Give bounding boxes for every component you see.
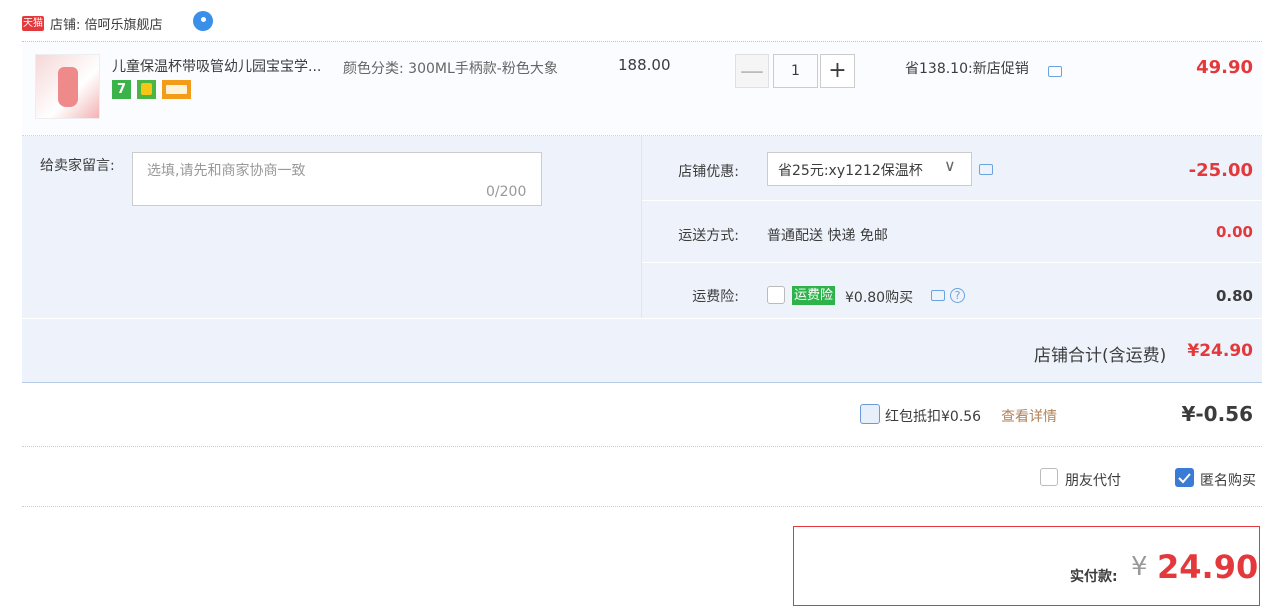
shipping-method: 普通配送 快递 免邮 [767,228,888,244]
product-thumbnail[interactable] [35,54,100,119]
shop-title[interactable]: 店铺: 倍呵乐旗舰店 [50,14,163,33]
unit-price: 188.00 [618,56,671,74]
redpacket-checkbox[interactable] [860,404,880,424]
shipping-label: 运送方式: [678,228,739,244]
product-sku: 颜色分类: 300ML手柄款-粉色大象 [343,61,558,77]
certified-icon [137,80,156,99]
shop-total-label: 店铺合计(含运费) [1034,346,1167,366]
divider [642,200,1262,201]
divider [642,262,1262,263]
coupon-selected-value: 省25元:xy1212保温杯 [778,163,923,179]
friend-pay-checkbox[interactable] [1040,468,1058,486]
check-icon [1178,473,1191,484]
coupon-select[interactable]: 省25元:xy1212保温杯 [767,152,972,186]
tmall-logo: 天猫 [22,16,44,31]
insurance-amount: 0.80 [1215,287,1253,305]
redpacket-label: 红包抵扣¥0.56 [885,409,982,425]
message-placeholder: 选填,请先和商家协商一致 [147,163,306,179]
product-title[interactable]: 儿童保温杯带吸管幼儿园宝宝学... [112,56,337,76]
quantity-decrease-button[interactable]: — [735,54,769,88]
coupon-label: 店铺优惠: [678,164,739,180]
wangwang-chat-icon[interactable] [193,11,213,31]
insurance-label: 运费险: [692,289,739,305]
coupon-info-icon[interactable] [979,164,993,175]
redpacket-details-link[interactable]: 查看详情 [1001,406,1057,426]
message-char-count: 0/200 [486,184,527,200]
anonymous-checkbox[interactable] [1175,468,1194,487]
divider [22,446,1262,447]
insurance-tag: 运费险 [792,286,836,305]
payment-currency: ¥ [1131,552,1148,582]
redpacket-value: ¥-0.56 [1181,402,1253,426]
payment-label: 实付款: [1070,569,1118,585]
divider [22,506,1262,507]
divider [22,382,1262,383]
coupon-amount: -25.00 [1188,160,1253,181]
divider [22,318,1262,319]
message-label: 给卖家留言: [40,158,115,174]
friend-pay-label: 朋友代付 [1065,473,1121,489]
seven-day-return-icon: 7 [112,80,131,99]
help-icon[interactable]: ? [950,288,965,303]
quantity-increase-button[interactable]: + [820,54,855,88]
shop-total-value: ¥24.90 [1187,341,1253,361]
chevron-down-icon: ∨ [944,156,956,175]
promotion-saving: 省138.10:新店促销 [905,61,1029,77]
anonymous-label: 匿名购买 [1200,473,1256,489]
payment-total: 24.90 [1157,548,1259,586]
insurance-checkbox[interactable] [767,286,785,304]
shipping-amount: 0.00 [1215,223,1253,241]
item-subtotal: 49.90 [1196,57,1253,78]
insurance-price: ¥0.80购买 [845,290,914,306]
promotion-info-icon[interactable] [1048,66,1062,77]
card-payment-icon [162,80,191,99]
quantity-input[interactable]: 1 [773,54,818,88]
insurance-info-icon[interactable] [931,290,945,301]
